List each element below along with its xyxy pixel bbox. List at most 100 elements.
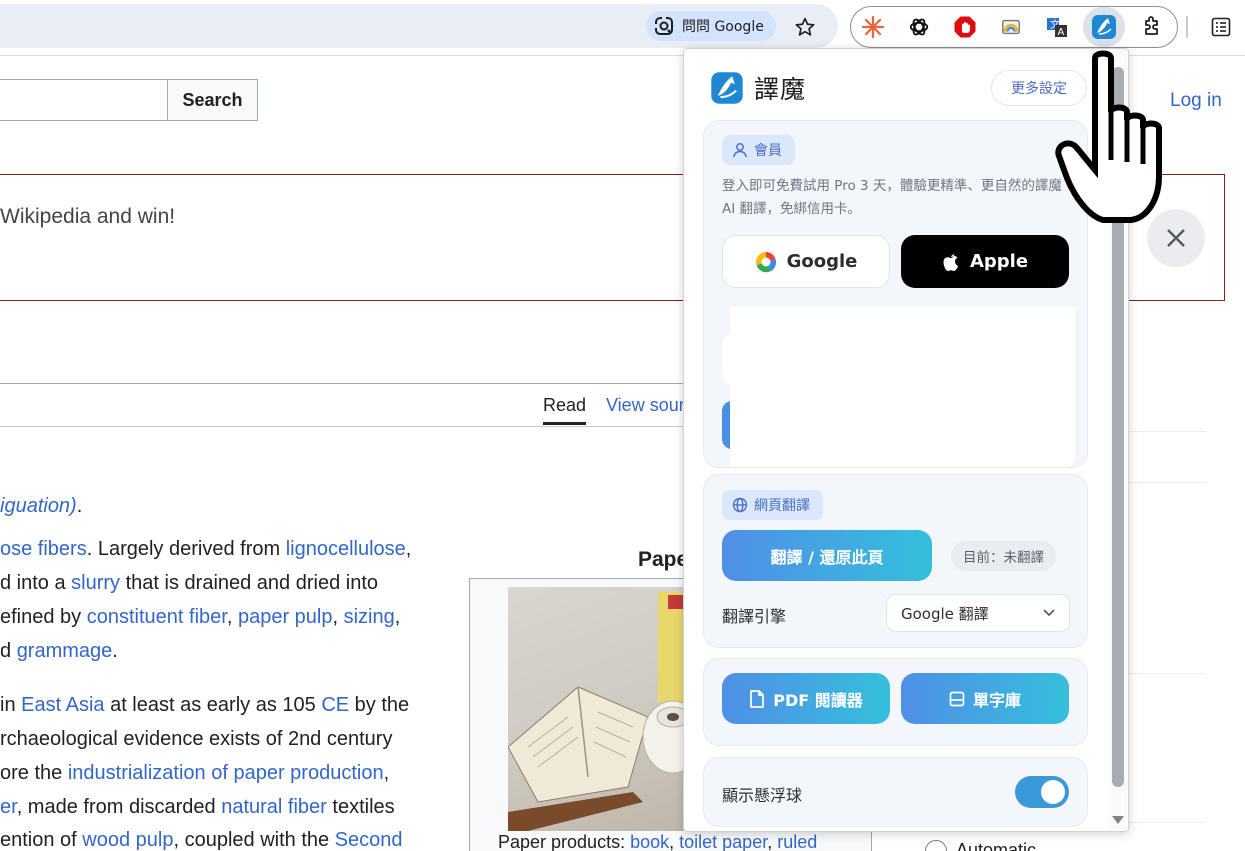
- article-text: ,: [226, 606, 238, 628]
- article-line: efined by constituent fiber, paper pulp,…: [0, 600, 400, 634]
- scroll-down-arrow-icon[interactable]: [1111, 815, 1125, 825]
- openai-icon[interactable]: [904, 12, 934, 42]
- infobox-caption: Paper products: book, toilet paper, rule…: [498, 832, 817, 851]
- globe-icon: [732, 497, 748, 513]
- radio-automatic[interactable]: [925, 840, 947, 851]
- article-line: rchaeological evidence exists of 2nd cen…: [0, 722, 392, 756]
- article-line: iguation).: [0, 489, 82, 523]
- article-text: at least as early as 105: [104, 694, 322, 716]
- float-ball-card: 顯示懸浮球: [703, 757, 1088, 827]
- article-link[interactable]: toilet paper: [679, 832, 767, 851]
- ask-google-button[interactable]: 問問 Google: [646, 11, 776, 41]
- float-ball-toggle[interactable]: [1015, 776, 1069, 808]
- article-link[interactable]: natural fiber: [221, 796, 327, 818]
- apple-login-label: Apple: [969, 251, 1029, 272]
- engine-select[interactable]: Google 翻譯: [886, 594, 1070, 632]
- article-link[interactable]: Second: [335, 829, 403, 851]
- wiki-search-button[interactable]: Search: [167, 79, 258, 121]
- article-link[interactable]: CE: [321, 694, 349, 716]
- extensions-puzzle-icon[interactable]: [1137, 12, 1167, 42]
- translate-page-button[interactable]: 翻譯 / 還原此頁: [722, 530, 932, 581]
- article-line: d into a slurry that is drained and drie…: [0, 566, 378, 600]
- file-icon: [750, 689, 765, 708]
- wiki-search-input[interactable]: [0, 79, 168, 121]
- article-link[interactable]: slurry: [71, 572, 120, 594]
- member-tag-label: 會員: [754, 143, 782, 159]
- article-text: ore the: [0, 762, 68, 784]
- tabs-rule: [0, 426, 690, 427]
- article-text: .: [76, 495, 83, 517]
- tab-read[interactable]: Read: [543, 395, 587, 425]
- article-text: . Largely derived from: [86, 538, 286, 560]
- member-card: 會員 登入即可免費試用 Pro 3 天，體驗更精準、更自然的譯魔 AI 翻譯，免…: [703, 120, 1088, 468]
- article-line: in East Asia at least as early as 105 CE…: [0, 688, 409, 722]
- article-link[interactable]: lignocellulose: [286, 538, 406, 560]
- article-text: ,: [669, 832, 680, 851]
- toolbar-divider: [1186, 16, 1188, 38]
- google-login-label: Google: [786, 251, 858, 272]
- bookmark-star-icon[interactable]: [790, 12, 820, 42]
- float-ball-label: 顯示懸浮球: [722, 786, 803, 805]
- article-text: in: [0, 694, 22, 716]
- engine-select-value: Google 翻譯: [901, 604, 989, 623]
- perplexity-icon[interactable]: [858, 12, 888, 42]
- article-text: textiles: [326, 796, 395, 818]
- article-line: ore the industrialization of paper produ…: [0, 756, 389, 790]
- article-text: d into a: [0, 572, 72, 594]
- article-text: ,: [383, 762, 390, 784]
- article-link[interactable]: book: [630, 832, 669, 851]
- article-text: rchaeological evidence exists of 2nd cen…: [0, 728, 393, 750]
- article-text: , made from discarded: [16, 796, 222, 818]
- vocabulary-button[interactable]: 單字庫: [901, 673, 1069, 724]
- infobox-photo[interactable]: [508, 587, 684, 831]
- close-icon: [1167, 229, 1185, 247]
- article-link[interactable]: East Asia: [21, 694, 104, 716]
- article-link[interactable]: er: [0, 796, 17, 818]
- infobox-title: Paper: [638, 548, 684, 571]
- rainbow-icon[interactable]: [996, 12, 1026, 42]
- translation-status: 目前：未翻譯: [951, 541, 1056, 571]
- chevron-down-icon: [1043, 609, 1055, 617]
- lens-icon: [654, 16, 673, 35]
- web-translate-tag: 網頁翻譯: [722, 490, 823, 520]
- immersive-translate-logo-icon: [711, 72, 743, 104]
- article-text: that is drained and dried into: [120, 572, 379, 594]
- article-link[interactable]: industrialization of paper production: [68, 762, 384, 784]
- article-link[interactable]: grammage: [17, 640, 113, 662]
- vocabulary-label: 單字庫: [972, 690, 1021, 710]
- apple-login-button[interactable]: Apple: [901, 235, 1069, 288]
- sidebar-rule: [1128, 431, 1206, 432]
- article-text: ,: [332, 606, 344, 628]
- article-text: , coupled with the: [173, 829, 335, 851]
- article-line: ose fibers. Largely derived from lignoce…: [0, 532, 411, 566]
- immersive-translate-icon[interactable]: [1083, 7, 1125, 47]
- article-line: d grammage.: [0, 634, 118, 668]
- article-text: d: [0, 640, 17, 662]
- article-link[interactable]: ose fibers: [0, 538, 87, 560]
- article-text: ,: [394, 606, 401, 628]
- popup-logo: 譯魔: [710, 70, 806, 106]
- article-link[interactable]: iguation): [0, 495, 77, 517]
- apple-icon: [943, 253, 958, 271]
- article-text: efined by: [0, 606, 87, 628]
- loading-placeholder: [730, 307, 1075, 467]
- article-text: Paper products:: [498, 832, 631, 851]
- article-link[interactable]: wood pulp: [82, 829, 173, 851]
- member-description: 登入即可免費試用 Pro 3 天，體驗更精準、更自然的譯魔 AI 翻譯，免綁信用…: [722, 178, 1062, 217]
- article-link[interactable]: ruled: [777, 832, 817, 851]
- translate-icon[interactable]: 文A: [1042, 12, 1072, 42]
- tab-view-source[interactable]: View source: [606, 395, 684, 416]
- google-login-button[interactable]: Google: [722, 235, 890, 288]
- tools-card: PDF 閱讀器 單字庫: [703, 658, 1088, 746]
- radio-automatic-label: Automatic: [956, 840, 1037, 851]
- article-link[interactable]: sizing: [344, 606, 395, 628]
- article-line: er, made from discarded natural fiber te…: [0, 790, 395, 824]
- article-text: ,: [767, 832, 778, 851]
- pdf-reader-button[interactable]: PDF 閱讀器: [722, 673, 890, 724]
- article-link[interactable]: paper pulp: [238, 606, 333, 628]
- engine-label: 翻譯引擎: [722, 607, 787, 626]
- article-link[interactable]: constituent fiber: [87, 606, 227, 628]
- ublock-icon[interactable]: [950, 12, 980, 42]
- reading-list-icon[interactable]: [1206, 12, 1236, 42]
- extensions-bar: 文A: [850, 6, 1178, 48]
